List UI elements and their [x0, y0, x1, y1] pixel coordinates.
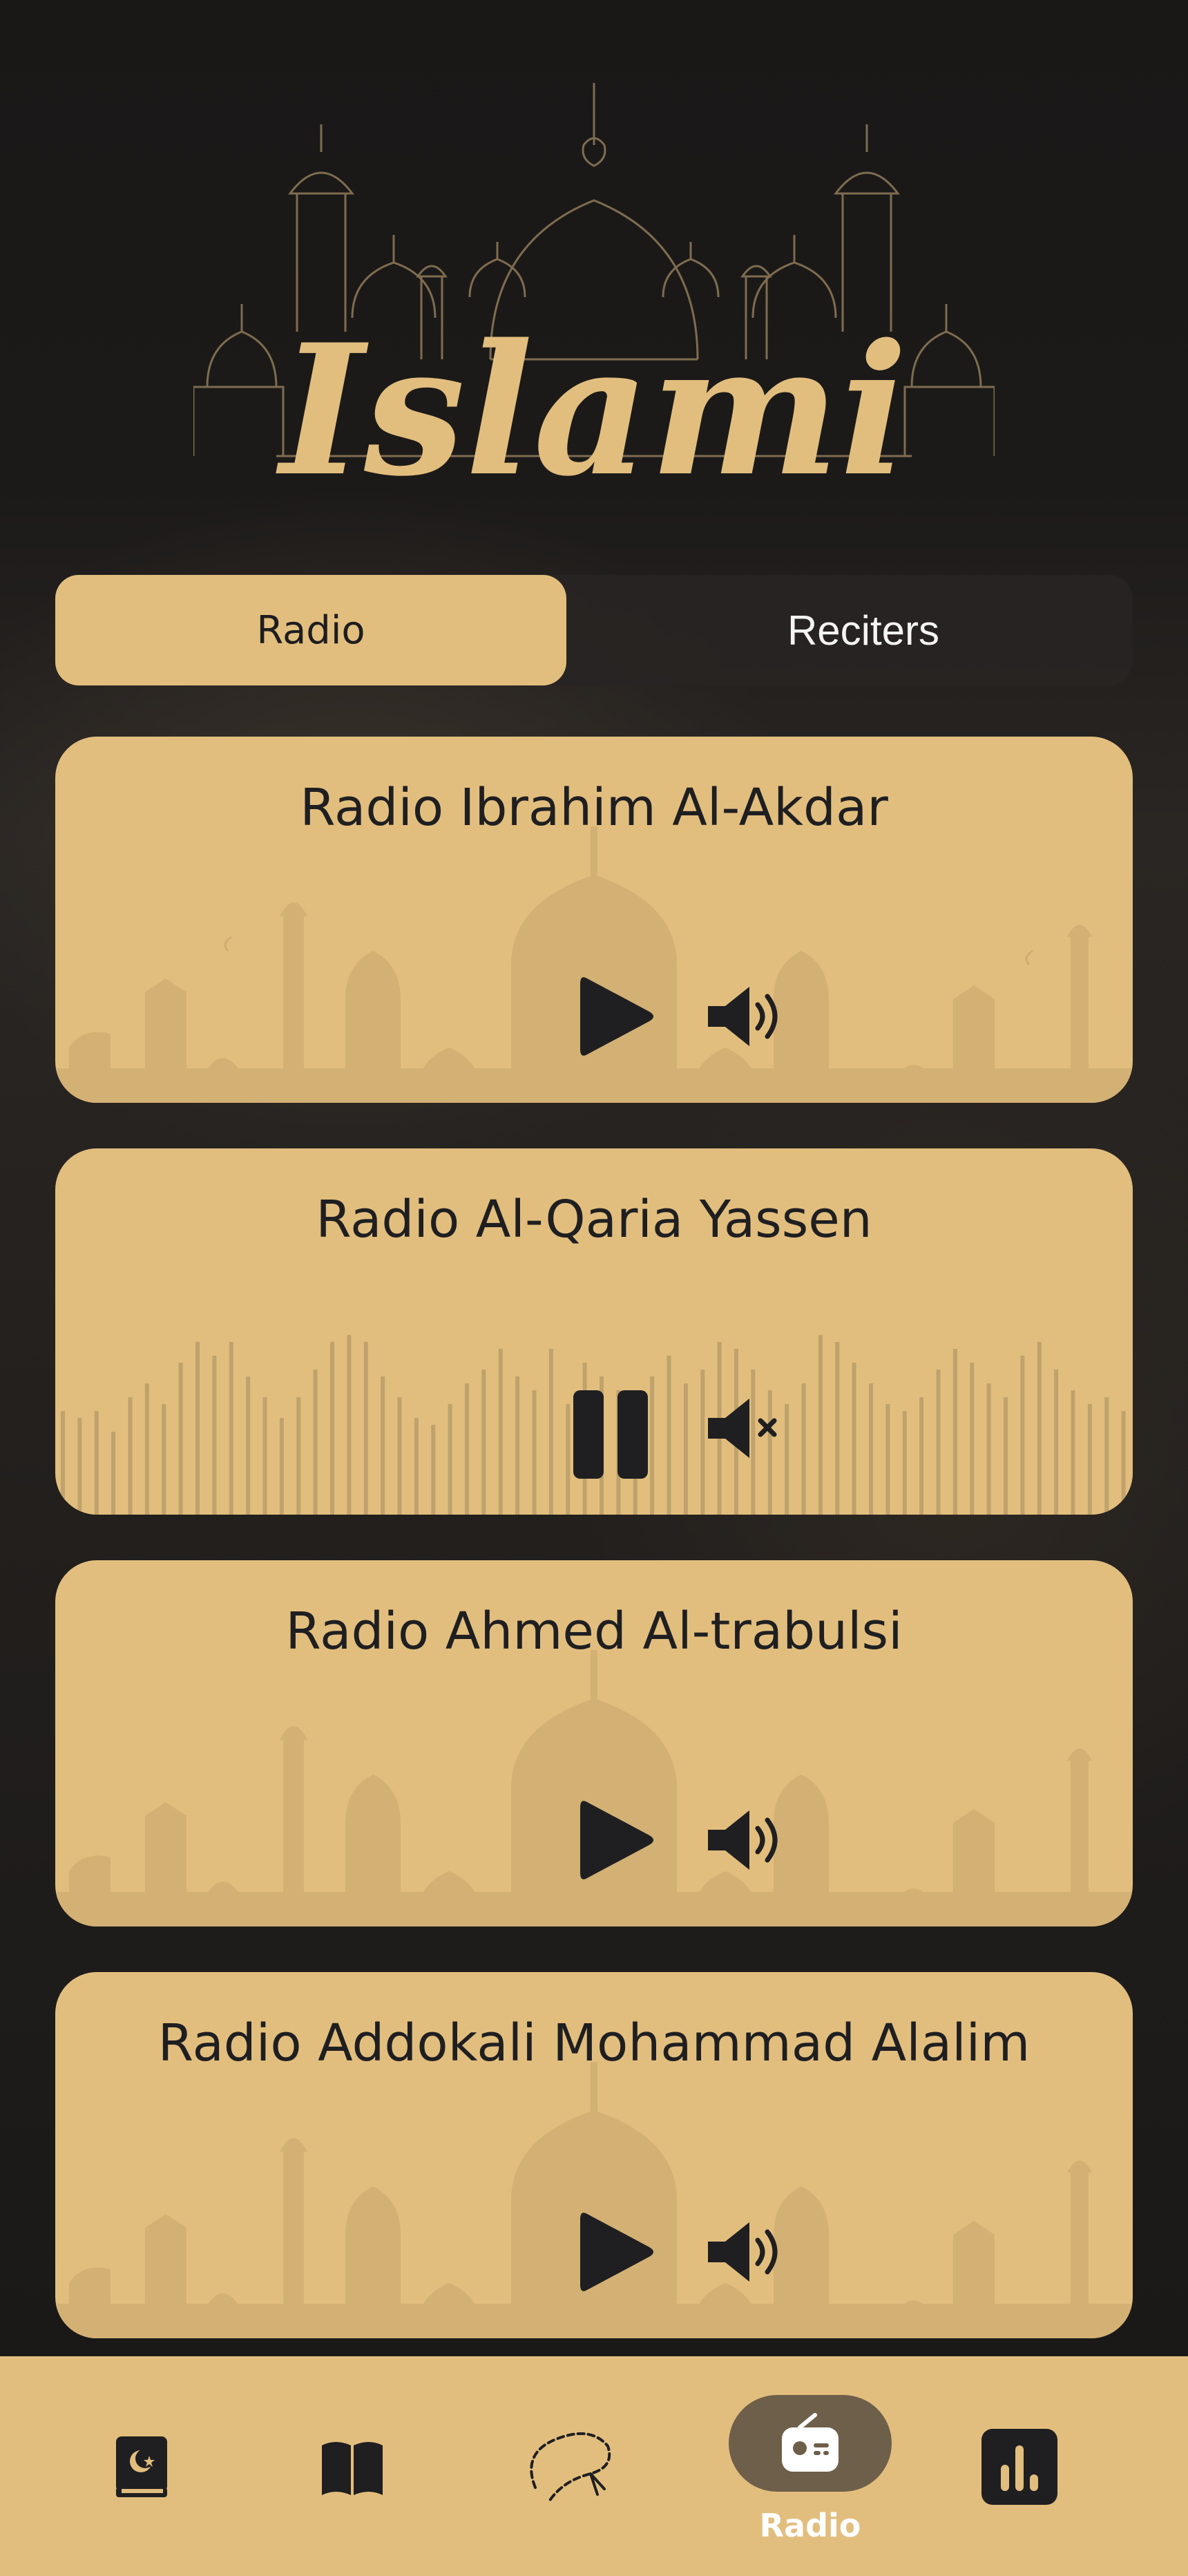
- nav-item-sebha[interactable]: [501, 2398, 639, 2536]
- waveform-bar: [195, 1342, 200, 1515]
- hadith-book-icon: [322, 2442, 383, 2495]
- waveform-bar: [397, 1397, 402, 1515]
- waveform-bar: [919, 1397, 924, 1515]
- waveform-bar: [1054, 1370, 1059, 1515]
- time-chart-icon: [981, 2429, 1057, 2505]
- waveform-bar: [1121, 1411, 1126, 1515]
- waveform-bar: [498, 1349, 503, 1515]
- waveform-bar: [801, 1383, 806, 1515]
- waveform-bar: [431, 1425, 436, 1515]
- waveform-bar: [683, 1383, 688, 1515]
- play-icon: [580, 2213, 653, 2291]
- tab-bar: Radio Reciters: [55, 575, 1133, 685]
- waveform-bar: [902, 1411, 907, 1515]
- waveform-bar: [279, 1418, 284, 1515]
- radio-card: Radio Al-Qaria Yassen: [55, 1148, 1133, 1515]
- nav-item-radio[interactable]: [729, 2395, 892, 2492]
- waveform-bar: [61, 1411, 65, 1515]
- waveform-bar: [246, 1376, 251, 1515]
- waveform-bar: [952, 1349, 957, 1515]
- waveform-bar: [363, 1342, 368, 1515]
- waveform-bar: [481, 1370, 486, 1515]
- waveform-bar: [986, 1383, 991, 1515]
- pause-button[interactable]: [553, 1376, 670, 1487]
- waveform-bar: [970, 1363, 975, 1515]
- waveform-bar: [212, 1356, 217, 1515]
- nav-label-radio: Radio: [759, 2507, 861, 2544]
- waveform-bar: [128, 1397, 133, 1515]
- waveform-bar: [313, 1370, 318, 1515]
- volume-muted-icon: [708, 1399, 777, 1458]
- waveform-bar: [144, 1383, 149, 1515]
- radio-title: Radio Ibrahim Al-Akdar: [300, 778, 888, 837]
- volume-icon: [708, 2222, 778, 2282]
- waveform-bar: [835, 1342, 840, 1515]
- volume-icon: [708, 987, 778, 1046]
- waveform-bar: [262, 1397, 267, 1515]
- waveform-bar: [852, 1363, 856, 1515]
- waveform-bar: [1004, 1397, 1008, 1515]
- volume-button[interactable]: [701, 978, 791, 1054]
- radio-icon: [782, 2413, 839, 2472]
- radio-title: Radio Al-Qaria Yassen: [316, 1190, 872, 1249]
- waveform-bar: [111, 1432, 116, 1515]
- waveform-bar: [94, 1411, 99, 1515]
- radio-title: Radio Addokali Mohammad Alalim: [157, 2014, 1031, 2073]
- waveform-bar: [296, 1397, 301, 1515]
- radio-card: Radio Ibrahim Al-Akdar: [55, 737, 1133, 1103]
- waveform-bar: [1037, 1342, 1042, 1515]
- play-button[interactable]: [553, 965, 670, 1068]
- tab-reciters[interactable]: Reciters: [608, 575, 1119, 685]
- volume-icon: [708, 1810, 778, 1870]
- waveform-bar: [465, 1383, 469, 1515]
- nav-item-hadith[interactable]: [283, 2398, 421, 2536]
- play-button[interactable]: [553, 1788, 670, 1892]
- volume-button[interactable]: [701, 1802, 791, 1878]
- waveform-bar: [818, 1335, 823, 1515]
- waveform-bar: [936, 1370, 941, 1515]
- waveform-bar: [381, 1376, 385, 1515]
- waveform-bar: [1104, 1397, 1109, 1515]
- waveform-bar: [885, 1404, 890, 1515]
- waveform-bar: [869, 1383, 873, 1515]
- sebha-icon: [530, 2432, 611, 2503]
- waveform-bar: [77, 1418, 82, 1515]
- radio-title: Radio Ahmed Al-trabulsi: [285, 1602, 903, 1661]
- waveform-bar: [414, 1418, 419, 1515]
- waveform-bar: [347, 1335, 352, 1515]
- app-header: Islami: [0, 0, 1188, 525]
- waveform-bar: [448, 1404, 452, 1515]
- waveform-bar: [1020, 1356, 1025, 1515]
- quran-icon: [116, 2436, 167, 2497]
- pause-icon: [573, 1390, 648, 1479]
- play-button[interactable]: [553, 2200, 670, 2304]
- tab-radio[interactable]: Radio: [55, 575, 566, 685]
- volume-button[interactable]: [701, 2214, 791, 2290]
- radio-card: Radio Ahmed Al-trabulsi: [55, 1560, 1133, 1926]
- waveform-bar: [330, 1342, 334, 1515]
- radio-card: Radio Addokali Mohammad Alalim: [55, 1972, 1133, 2338]
- mosque-logo: Islami: [193, 83, 995, 511]
- mute-button[interactable]: [701, 1390, 791, 1466]
- bottom-navigation: Radio: [0, 2356, 1188, 2576]
- play-icon: [580, 1801, 653, 1879]
- nav-item-time[interactable]: [950, 2398, 1089, 2536]
- logo-text: Islami: [274, 305, 908, 511]
- waveform-bar: [1087, 1404, 1092, 1515]
- waveform-bar: [532, 1390, 537, 1515]
- play-icon: [580, 977, 653, 1056]
- waveform-bar: [178, 1363, 183, 1515]
- waveform-bar: [1071, 1390, 1075, 1515]
- waveform-bar: [162, 1404, 166, 1515]
- waveform-bar: [229, 1342, 233, 1515]
- nav-item-quran[interactable]: [73, 2398, 211, 2536]
- waveform-bar: [515, 1376, 520, 1515]
